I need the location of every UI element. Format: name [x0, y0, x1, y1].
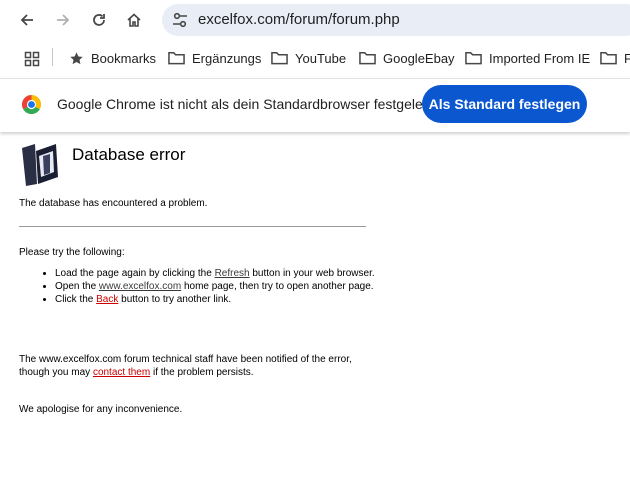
page-title: Database error [72, 145, 186, 164]
try-heading: Please try the following: [19, 247, 125, 258]
bookmark-label: F [624, 50, 630, 66]
page-content: Database error The database has encounte… [0, 132, 630, 489]
folder-icon [465, 52, 482, 65]
folder-icon [168, 52, 185, 65]
apps-button[interactable] [18, 45, 46, 73]
contact-link[interactable]: contact them [93, 367, 150, 378]
folder-icon [271, 52, 288, 65]
bookmark-youtube[interactable]: YouTube [271, 48, 346, 68]
home-icon [127, 13, 141, 27]
list-item: Load the page again by clicking the Refr… [55, 267, 405, 280]
bookmark-label: YouTube [295, 50, 347, 66]
list-item: Click the Back button to try another lin… [55, 293, 405, 306]
back-button[interactable] [13, 6, 41, 34]
set-default-button[interactable]: Als Standard festlegen [422, 85, 587, 123]
default-browser-infobar: Google Chrome ist nicht als dein Standar… [0, 78, 630, 132]
arrow-left-icon [20, 14, 33, 26]
bookmark-label: GoogleEbay [383, 50, 455, 66]
folder-icon [600, 52, 617, 65]
intro-text: The database has encountered a problem. [19, 198, 208, 209]
refresh-link[interactable]: Refresh [215, 268, 250, 279]
address-bar[interactable]: excelfox.com/forum/forum.php [162, 4, 630, 36]
apology-text: We apologise for any inconvenience. [19, 404, 183, 415]
url-text[interactable]: excelfox.com/forum/forum.php [198, 11, 400, 28]
home-button[interactable] [120, 6, 148, 34]
list-item: Open the www.excelfox.com home page, the… [55, 280, 405, 293]
apps-grid-icon [24, 51, 40, 67]
reload-icon [93, 14, 105, 26]
homepage-link[interactable]: www.excelfox.com [99, 281, 181, 292]
arrow-right-icon [57, 14, 70, 26]
bookmark-label: Imported From IE [489, 50, 591, 66]
forward-button[interactable] [49, 6, 77, 34]
browser-toolbar: excelfox.com/forum/forum.php [0, 0, 630, 40]
bookmark-bookmarks[interactable]: Bookmarks [69, 48, 156, 68]
notified-text: The www.excelfox.com forum technical sta… [19, 354, 352, 378]
site-settings-icon[interactable] [170, 10, 190, 30]
bookmark-imported-from-ie[interactable]: Imported From IE [465, 48, 590, 68]
forum-logo [22, 144, 58, 186]
divider [19, 226, 366, 227]
reload-button[interactable] [85, 6, 113, 34]
bookmark-f[interactable]: F [600, 48, 630, 68]
bookmark-label: Ergänzungs [192, 50, 262, 66]
bookmark-label: Bookmarks [91, 50, 157, 66]
star-icon [70, 51, 83, 64]
infobar-message: Google Chrome ist nicht als dein Standar… [57, 96, 435, 112]
folder-icon [359, 52, 376, 65]
bookmark-googleebay[interactable]: GoogleEbay [359, 48, 455, 68]
chrome-logo-icon [21, 94, 42, 115]
suggestion-list: Load the page again by clicking the Refr… [19, 267, 405, 306]
bookmarks-separator [52, 48, 53, 66]
bookmark-ergaenzungs[interactable]: Ergänzungs [168, 48, 261, 68]
back-link[interactable]: Back [96, 294, 118, 305]
